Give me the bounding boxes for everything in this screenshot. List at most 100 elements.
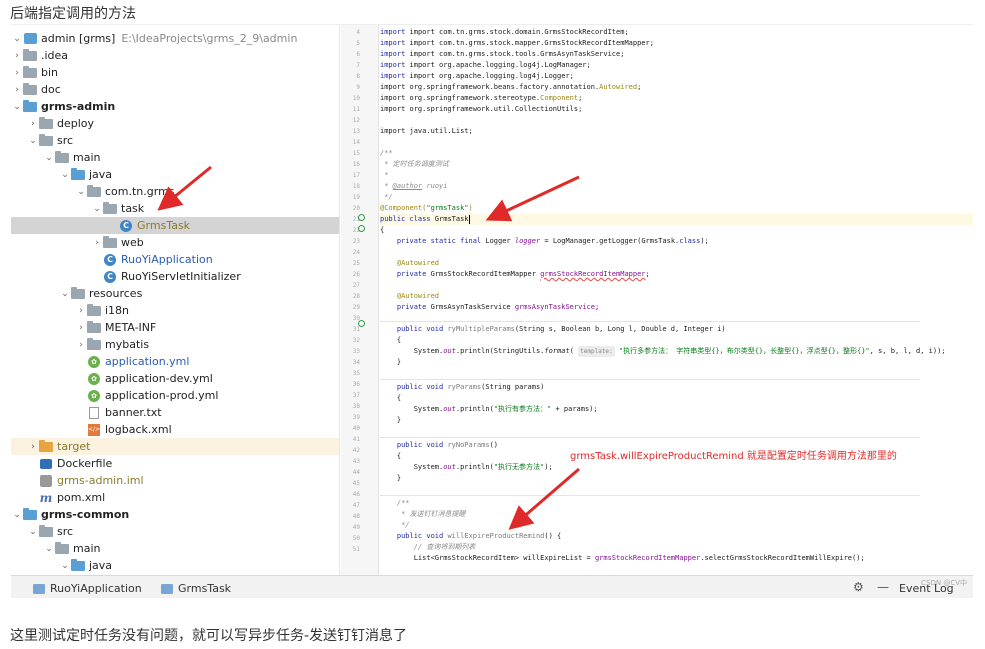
code-line: private static final Logger logger = Log… [380, 237, 709, 245]
resources-folder-icon [71, 286, 85, 300]
chevron-right-icon[interactable]: › [27, 115, 39, 132]
tree-item-deploy[interactable]: › deploy [11, 115, 339, 132]
tree-item-web[interactable]: › web [11, 234, 339, 251]
tree-item-meta-inf[interactable]: › META-INF [11, 319, 339, 336]
tree-item-grmstask[interactable]: C GrmsTask [11, 217, 339, 234]
line-number: 34 [352, 359, 360, 366]
chevron-down-icon[interactable]: ⌄ [27, 523, 39, 540]
code-line: { [380, 394, 402, 402]
tree-item-banner-txt[interactable]: banner.txt [11, 404, 339, 421]
code-line: import import com.tn.grms.stock.domain.G… [380, 28, 629, 36]
source-folder-icon [71, 167, 85, 181]
line-number: 8 [356, 73, 360, 80]
chevron-right-icon[interactable]: › [27, 438, 39, 455]
tree-item-grms-common[interactable]: ⌄ grms-common [11, 506, 339, 523]
code-line: */ [380, 193, 393, 201]
ide-screenshot: ⌄ admin [grms] E:\IdeaProjects\grms_2_9\… [11, 24, 973, 598]
yaml-file-icon: ✿ [87, 372, 101, 385]
chevron-down-icon[interactable]: ⌄ [43, 540, 55, 557]
tree-item-java[interactable]: ⌄ java [11, 166, 339, 183]
tree-item-ruoyiservletinitializer[interactable]: C RuoYiServletInitializer [11, 268, 339, 285]
line-number: 37 [352, 392, 360, 399]
tree-item-mybatis[interactable]: › mybatis [11, 336, 339, 353]
code-line: * @author ruoyi [380, 182, 448, 190]
tree-item-doc[interactable]: › doc [11, 81, 339, 98]
tree-item-application-dev-yml[interactable]: ✿ application-dev.yml [11, 370, 339, 387]
tree-item-i18n[interactable]: › i18n [11, 302, 339, 319]
folder-icon [87, 303, 101, 317]
code-line: import import org.apache.logging.log4j.L… [380, 72, 574, 80]
chevron-down-icon[interactable]: ⌄ [59, 557, 71, 574]
chevron-down-icon[interactable]: ⌄ [11, 30, 23, 47]
tree-item-main[interactable]: ⌄ main [11, 149, 339, 166]
line-number: 26 [352, 271, 360, 278]
chevron-right-icon[interactable]: › [11, 81, 23, 98]
code-line: /** [380, 149, 393, 157]
chevron-down-icon[interactable]: ⌄ [43, 149, 55, 166]
tree-item-pom-xml[interactable]: m pom.xml [11, 489, 339, 506]
minimize-icon[interactable]: — [877, 580, 889, 594]
watermark: CSDN @CV中 [921, 579, 967, 587]
yaml-file-icon: ✿ [87, 389, 101, 402]
method-separator [380, 495, 920, 496]
chevron-down-icon[interactable]: ⌄ [59, 285, 71, 302]
tree-item-iml[interactable]: grms-admin.iml [11, 472, 339, 489]
tree-item-target[interactable]: › target [11, 438, 339, 455]
class-icon: C [119, 219, 133, 232]
code-line: System.out.println("执行有参方法：" + params); [380, 405, 598, 413]
package-icon [87, 184, 101, 198]
tree-item-ruoyiapplication[interactable]: C RuoYiApplication [11, 251, 339, 268]
tree-item-logback-xml[interactable]: </> logback.xml [11, 421, 339, 438]
line-number: 6 [356, 51, 360, 58]
code-line: import import com.tn.grms.stock.tools.Gr… [380, 50, 625, 58]
line-number: 45 [352, 480, 360, 487]
line-number: 49 [352, 524, 360, 531]
chevron-down-icon[interactable]: ⌄ [27, 132, 39, 149]
line-number: 9 [356, 84, 360, 91]
tree-item-common-java[interactable]: ⌄ java [11, 557, 339, 574]
chevron-right-icon[interactable]: › [75, 302, 87, 319]
tree-item-idea[interactable]: › .idea [11, 47, 339, 64]
line-number: 38 [352, 403, 360, 410]
code-line: import import org.apache.logging.log4j.L… [380, 61, 591, 69]
chevron-down-icon[interactable]: ⌄ [91, 200, 103, 217]
run-tab-grmstask[interactable]: GrmsTask [161, 582, 231, 595]
chevron-down-icon[interactable]: ⌄ [11, 98, 23, 115]
run-tab-ruoyiapplication[interactable]: RuoYiApplication [33, 582, 142, 595]
code-line: } [380, 474, 402, 482]
tree-item-package[interactable]: ⌄ com.tn.grms [11, 183, 339, 200]
line-number: 20 [352, 205, 360, 212]
chevron-down-icon[interactable]: ⌄ [11, 506, 23, 523]
tree-item-application-prod-yml[interactable]: ✿ application-prod.yml [11, 387, 339, 404]
line-number: 40 [352, 425, 360, 432]
tree-item-application-yml[interactable]: ✿ application.yml [11, 353, 339, 370]
line-number: 28 [352, 293, 360, 300]
gear-icon[interactable]: ⚙ [853, 580, 864, 594]
chevron-right-icon[interactable]: › [91, 234, 103, 251]
line-number: 33 [352, 348, 360, 355]
bean-gutter-icon[interactable] [358, 214, 365, 221]
tree-item-admin[interactable]: ⌄ admin [grms] E:\IdeaProjects\grms_2_9\… [11, 30, 339, 47]
tree-item-common-src[interactable]: ⌄ src [11, 523, 339, 540]
tree-item-common-main[interactable]: ⌄ main [11, 540, 339, 557]
tree-item-task[interactable]: ⌄ task [11, 200, 339, 217]
bean-gutter-icon[interactable] [358, 225, 365, 232]
tree-item-grms-admin[interactable]: ⌄ grms-admin [11, 98, 339, 115]
chevron-right-icon[interactable]: › [11, 64, 23, 81]
chevron-right-icon[interactable]: › [75, 336, 87, 353]
chevron-down-icon[interactable]: ⌄ [59, 166, 71, 183]
autowired-gutter-icon[interactable] [358, 320, 365, 327]
chevron-right-icon[interactable]: › [75, 319, 87, 336]
line-number: 24 [352, 249, 360, 256]
parameter-hint: template: [578, 346, 615, 357]
source-folder-icon [71, 558, 85, 572]
tree-item-dockerfile[interactable]: Dockerfile [11, 455, 339, 472]
chevron-down-icon[interactable]: ⌄ [75, 183, 87, 200]
module-icon [23, 33, 37, 45]
code-editor[interactable]: import import com.tn.grms.stock.domain.G… [380, 25, 973, 575]
tree-item-resources[interactable]: ⌄ resources [11, 285, 339, 302]
tree-item-bin[interactable]: › bin [11, 64, 339, 81]
line-number: 16 [352, 161, 360, 168]
chevron-right-icon[interactable]: › [11, 47, 23, 64]
tree-item-src[interactable]: ⌄ src [11, 132, 339, 149]
